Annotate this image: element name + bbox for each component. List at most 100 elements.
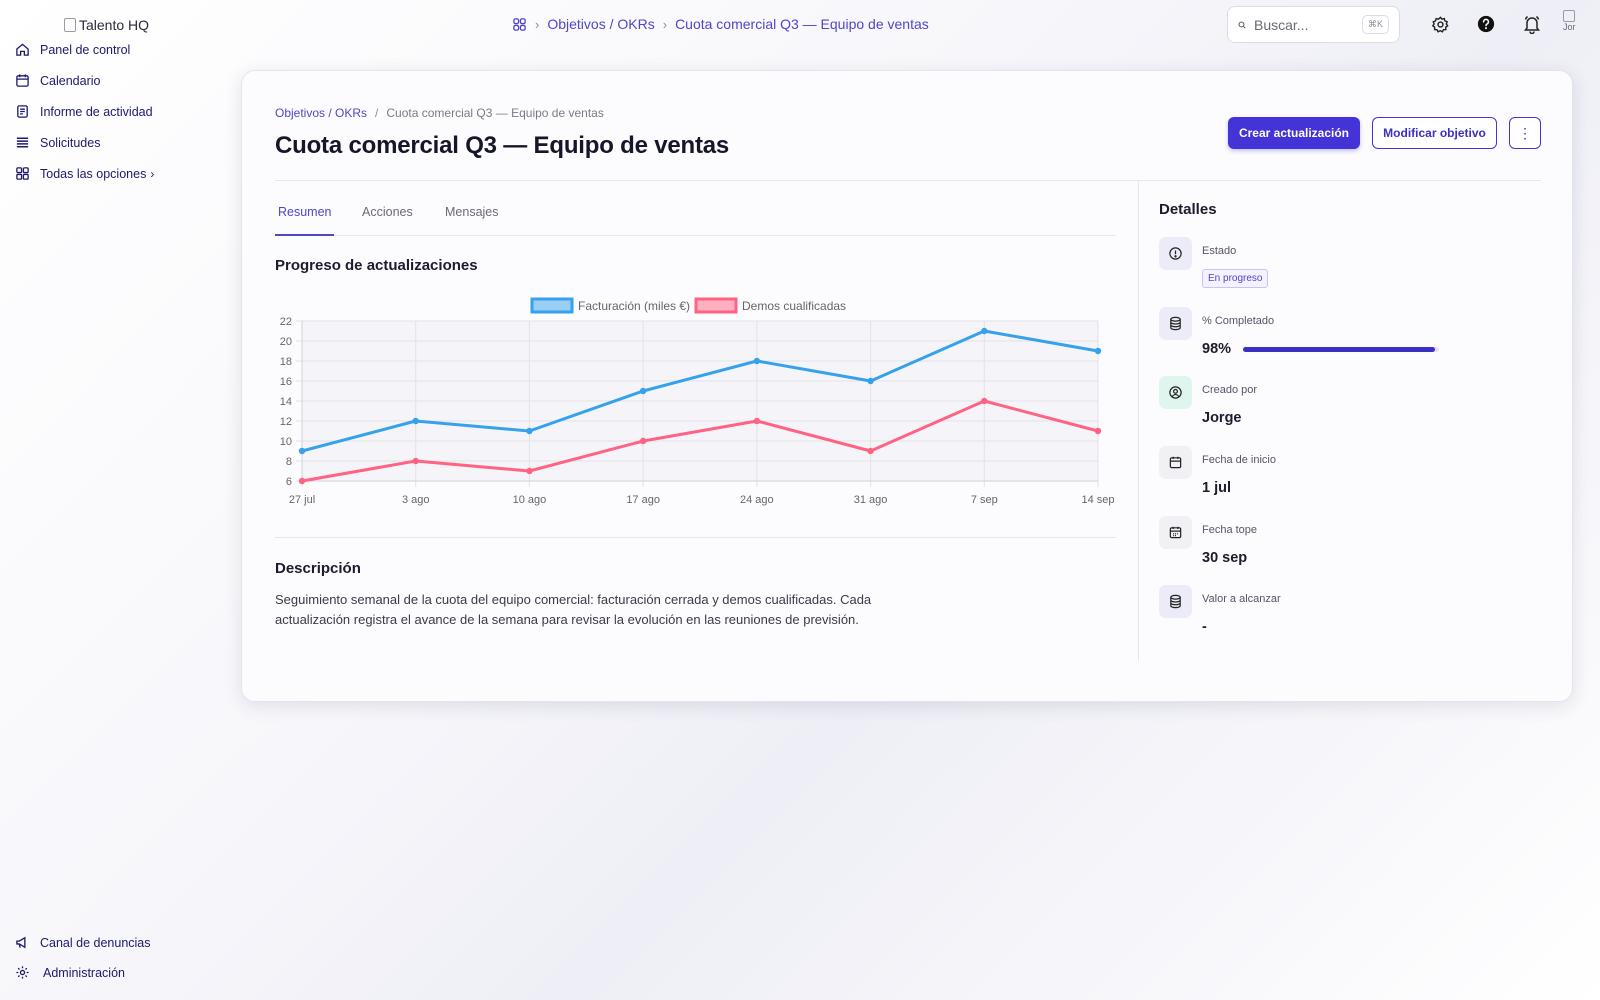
progress-bar <box>1243 347 1439 352</box>
tab-resumen[interactable]: Resumen <box>278 205 332 219</box>
y-tick-label: 20 <box>280 336 292 348</box>
sidebar-item-administracion[interactable]: Administración <box>15 965 125 980</box>
bell-icon[interactable] <box>1521 13 1543 35</box>
status-badge: En progreso <box>1202 269 1269 288</box>
breadcrumb: Objetivos / OKRs / Cuota comercial Q3 — … <box>275 106 604 120</box>
start-date-value: 1 jul <box>1202 480 1232 496</box>
app-logo[interactable]: Talento HQ <box>64 17 149 33</box>
y-tick-label: 16 <box>280 376 292 388</box>
top-breadcrumb-parent[interactable]: Objetivos / OKRs <box>547 16 654 32</box>
detail-label: Valor a alcanzar <box>1202 593 1281 605</box>
legend-label: Facturación (miles €) <box>578 299 690 313</box>
x-tick-label: 7 sep <box>971 494 998 506</box>
x-tick-label: 10 ago <box>513 494 547 506</box>
data-point <box>526 427 533 435</box>
calendar-icon <box>16 74 29 87</box>
data-point <box>412 457 419 465</box>
sidebar-item-todas-las-opciones[interactable]: Todas las opciones › <box>15 166 154 181</box>
sidebar-item-label: Canal de denuncias <box>40 935 151 950</box>
progress-bar-fill <box>1243 347 1436 352</box>
detail-label: Creado por <box>1202 384 1258 396</box>
chart-divider <box>275 537 1116 538</box>
broken-image-icon <box>1563 10 1575 22</box>
data-point <box>639 437 647 445</box>
breadcrumb-separator: / <box>375 106 379 120</box>
shortcut-hint: ⌘K <box>1361 15 1389 34</box>
x-tick-label: 14 sep <box>1081 494 1114 506</box>
data-point <box>412 417 419 425</box>
data-point <box>981 327 988 335</box>
description-title: Descripción <box>275 560 361 577</box>
search-icon <box>1238 21 1246 29</box>
y-tick-label: 22 <box>280 316 292 328</box>
detail-label: Estado <box>1202 245 1237 257</box>
y-tick-label: 12 <box>280 416 292 428</box>
sidebar-item-label: Administración <box>43 965 125 980</box>
tab-mensajes[interactable]: Mensajes <box>445 205 499 219</box>
active-tab-indicator <box>275 234 334 236</box>
chevron-right-icon: › <box>150 166 155 181</box>
edit-objective-button[interactable]: Modificar objetivo <box>1372 117 1497 149</box>
apps-icon[interactable] <box>512 17 527 32</box>
details-title: Detalles <box>1159 201 1217 218</box>
home-icon <box>16 43 29 56</box>
settings-icon[interactable] <box>1429 13 1451 35</box>
data-point <box>981 397 988 405</box>
progress-section-title: Progreso de actualizaciones <box>275 257 478 274</box>
calendar-deadline-icon <box>1159 516 1192 549</box>
user-circle-icon <box>1159 376 1192 409</box>
due-date-value: 30 sep <box>1202 550 1248 566</box>
objective-card: Objetivos / OKRs / Cuota comercial Q3 — … <box>241 70 1573 702</box>
search-box[interactable]: ⌘K <box>1227 6 1400 43</box>
grid-icon <box>16 167 29 180</box>
data-point <box>298 477 306 485</box>
data-point <box>753 357 761 365</box>
chevron-right-icon: › <box>535 16 540 32</box>
sidebar-item-label: Panel de control <box>40 42 131 57</box>
data-point <box>867 377 874 385</box>
data-point <box>639 387 647 395</box>
x-tick-label: 3 ago <box>402 494 430 506</box>
x-tick-label: 31 ago <box>854 494 888 506</box>
y-tick-label: 14 <box>280 396 292 408</box>
list-icon <box>16 137 29 148</box>
top-breadcrumb-current[interactable]: Cuota comercial Q3 — Equipo de ventas <box>675 16 929 32</box>
detail-label: % Completado <box>1202 315 1275 327</box>
sidebar-item-calendario[interactable]: Calendario <box>15 73 100 88</box>
target-value: - <box>1202 619 1207 635</box>
page-title: Cuota comercial Q3 — Equipo de ventas <box>275 132 730 159</box>
tab-acciones[interactable]: Acciones <box>362 205 413 219</box>
report-icon <box>17 105 28 118</box>
database-icon <box>1159 585 1192 618</box>
sidebar-item-label: Calendario <box>40 73 101 88</box>
breadcrumb-parent-link[interactable]: Objetivos / OKRs <box>275 106 367 120</box>
search-input[interactable] <box>1253 16 1354 33</box>
detail-label: Fecha de inicio <box>1202 454 1276 466</box>
calendar-icon <box>1159 446 1192 479</box>
sidebar-item-label: Solicitudes <box>40 135 101 150</box>
sidebar-item-solicitudes[interactable]: Solicitudes <box>15 135 100 150</box>
sidebar-item-canal-de-denuncias[interactable]: Canal de denuncias <box>15 935 151 950</box>
avatar[interactable]: Jor <box>1563 10 1583 34</box>
more-options-button[interactable]: ⋮ <box>1509 117 1541 149</box>
column-divider <box>1138 181 1139 661</box>
data-point <box>1094 427 1102 435</box>
top-breadcrumb: › Objetivos / OKRs › Cuota comercial Q3 … <box>512 16 929 32</box>
breadcrumb-current: Cuota comercial Q3 — Equipo de ventas <box>386 106 604 120</box>
sidebar-item-informe-de-actividad[interactable]: Informe de actividad <box>15 104 153 119</box>
sidebar: Talento HQ Panel de control Calendario I… <box>0 0 230 1000</box>
sidebar-item-panel-de-control[interactable]: Panel de control <box>15 42 130 57</box>
header-divider <box>275 180 1541 181</box>
x-tick-label: 17 ago <box>626 494 660 506</box>
chevron-right-icon: › <box>662 16 668 32</box>
gear-icon <box>16 966 29 979</box>
help-icon[interactable] <box>1475 13 1497 35</box>
progress-chart: 6 8 10 12 14 16 18 20 22 27 jul 3 ago 10 ago 17 ago 2… <box>260 289 1120 519</box>
create-update-button[interactable]: Crear actualización <box>1228 117 1360 149</box>
y-tick-label: 6 <box>286 476 292 488</box>
broken-image-icon <box>64 18 76 32</box>
sidebar-item-label: Informe de actividad <box>40 104 153 119</box>
description-text: Seguimiento semanal de la cuota del equi… <box>275 592 872 627</box>
detail-label: Fecha tope <box>1202 524 1258 536</box>
data-point <box>526 467 533 475</box>
